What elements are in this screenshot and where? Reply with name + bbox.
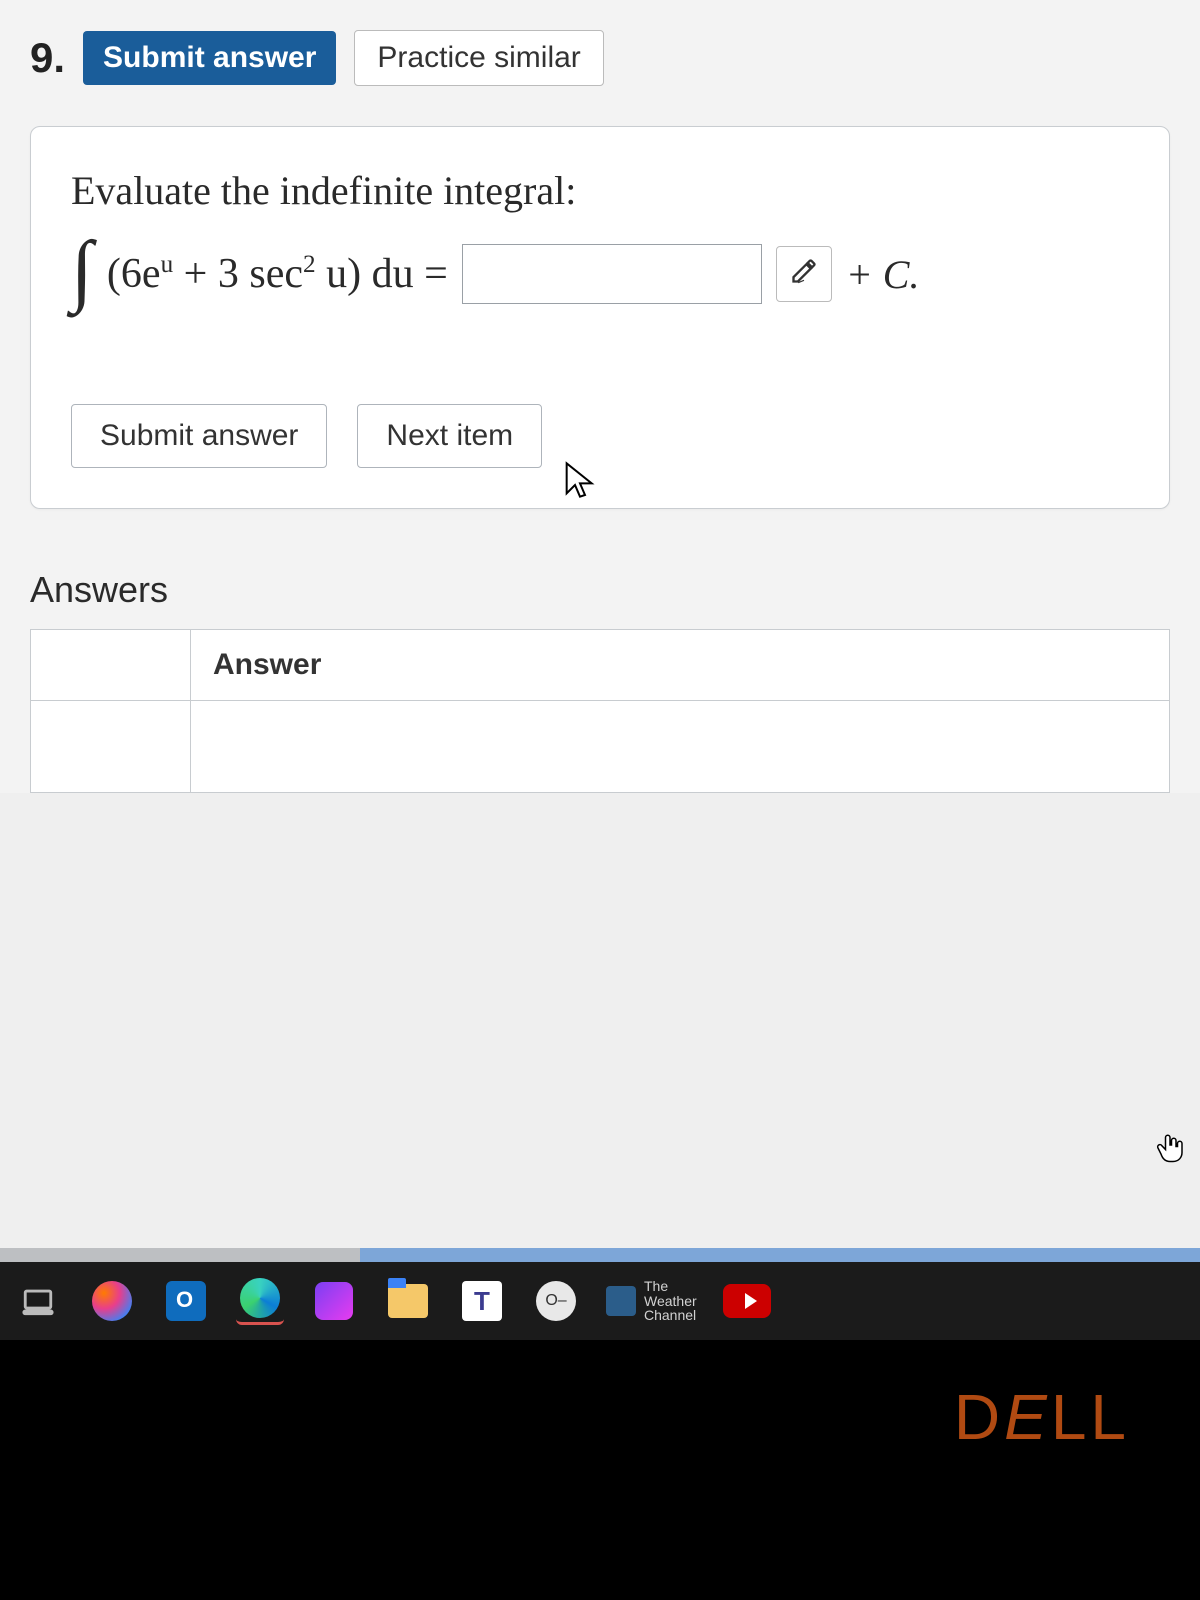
table-header-row: Answer [31, 630, 1170, 701]
copilot-icon [92, 1281, 132, 1321]
monitor-bezel: DELL [0, 1340, 1200, 1600]
dell-logo: DELL [954, 1380, 1130, 1454]
answers-table: Answer [30, 629, 1170, 793]
question-header: 9. Submit answer Practice similar [30, 30, 1170, 86]
edge-browser-button[interactable] [236, 1277, 284, 1325]
next-item-button[interactable]: Next item [357, 404, 542, 468]
integral-expression-row: ∫ (6eu + 3 sec2 u) du = + C. [71, 244, 1129, 304]
task-view-button[interactable] [14, 1277, 62, 1325]
submit-answer-button[interactable]: Submit answer [71, 404, 327, 468]
integrand-expression: (6eu + 3 sec2 u) du = [107, 250, 448, 298]
clipchamp-icon [315, 1282, 353, 1320]
window-accent-bar [0, 1248, 1200, 1262]
question-actions: Submit answer Next item [71, 404, 1129, 468]
cell-answer [191, 701, 1170, 793]
outlook-icon [166, 1281, 206, 1321]
outlook-button[interactable] [162, 1277, 210, 1325]
answers-heading: Answers [30, 569, 1170, 611]
youtube-icon [723, 1284, 771, 1318]
integral-symbol: ∫ [71, 242, 93, 298]
hand-cursor-icon [1152, 1130, 1188, 1171]
youtube-button[interactable] [723, 1277, 771, 1325]
windows-taskbar: T O– The Weather Channel [0, 1262, 1200, 1340]
teams-icon: T [462, 1281, 502, 1321]
file-explorer-button[interactable] [384, 1277, 432, 1325]
clipchamp-button[interactable] [310, 1277, 358, 1325]
col-answer: Answer [191, 630, 1170, 701]
col-blank [31, 630, 191, 701]
taskbar-region: T O– The Weather Channel DELL [0, 1248, 1200, 1600]
folder-icon [388, 1284, 428, 1318]
question-number: 9. [30, 34, 65, 82]
teams-button[interactable]: T [458, 1277, 506, 1325]
plus-constant-label: + C. [846, 251, 920, 298]
equation-editor-button[interactable] [776, 246, 832, 302]
weather-widget[interactable]: The Weather Channel [606, 1279, 697, 1323]
question-prompt: Evaluate the indefinite integral: [71, 167, 1129, 214]
generic-app-button[interactable]: O– [532, 1277, 580, 1325]
weather-text: The Weather Channel [644, 1279, 697, 1323]
table-row [31, 701, 1170, 793]
copilot-button[interactable] [88, 1277, 136, 1325]
weather-icon [606, 1286, 636, 1316]
answer-input[interactable] [462, 244, 762, 304]
pencil-icon [790, 257, 818, 292]
edge-icon [240, 1278, 280, 1318]
submit-answer-top-button[interactable]: Submit answer [83, 31, 336, 85]
practice-similar-button[interactable]: Practice similar [354, 30, 603, 86]
cell-blank [31, 701, 191, 793]
generic-round-icon: O– [536, 1281, 576, 1321]
question-card: Evaluate the indefinite integral: ∫ (6eu… [30, 126, 1170, 509]
